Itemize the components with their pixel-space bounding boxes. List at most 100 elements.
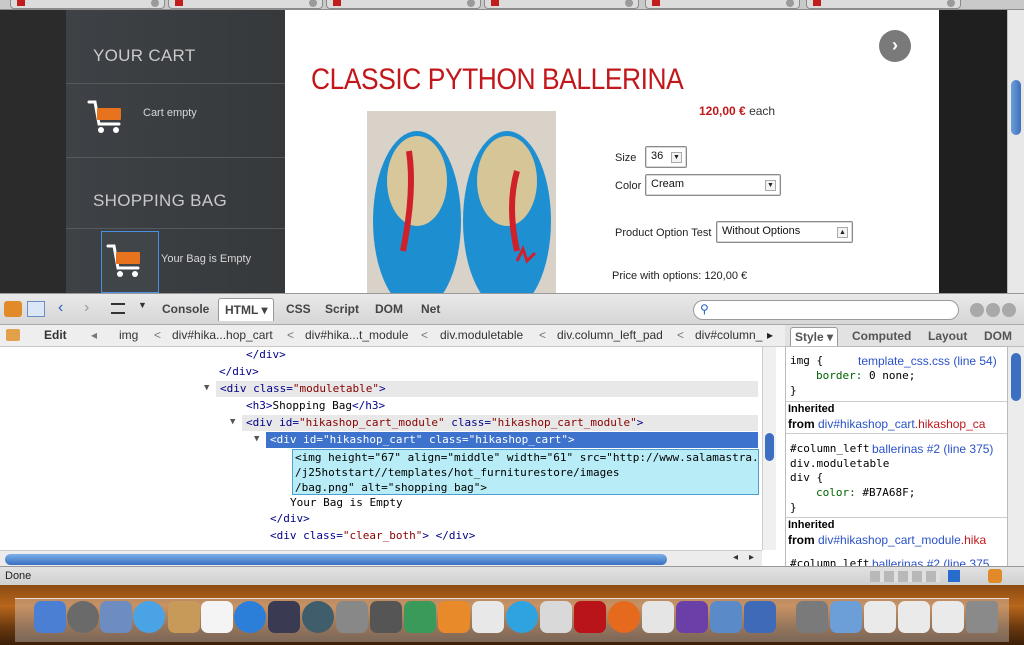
color-select[interactable]: Cream ▼ bbox=[645, 174, 781, 196]
minimize-icon[interactable] bbox=[970, 303, 984, 317]
browser-tab[interactable] bbox=[806, 0, 961, 9]
document-icon[interactable] bbox=[898, 601, 930, 633]
time-machine-icon[interactable] bbox=[302, 601, 334, 633]
style-scrollbar[interactable] bbox=[1007, 347, 1024, 568]
calendar-icon[interactable] bbox=[201, 601, 233, 633]
chevron-down-icon[interactable]: ▼ bbox=[138, 300, 147, 310]
textedit-icon[interactable] bbox=[642, 601, 674, 633]
finder-icon[interactable] bbox=[34, 601, 66, 633]
tree-toggle-icon[interactable]: ▼ bbox=[204, 383, 209, 393]
css-property[interactable]: color: #B7A68F; bbox=[816, 486, 915, 499]
browser-tab[interactable] bbox=[484, 0, 639, 9]
close-tab-icon[interactable] bbox=[947, 0, 955, 7]
html-horizontal-scrollbar[interactable]: ◂ ▸ bbox=[0, 550, 762, 566]
close-tab-icon[interactable] bbox=[151, 0, 159, 7]
app-icon[interactable] bbox=[676, 601, 708, 633]
code-line[interactable]: <div class="clear_both"> </div> bbox=[270, 529, 475, 542]
tab-net[interactable]: Net bbox=[421, 302, 440, 316]
breadcrumb-item[interactable]: div.column_left_pad bbox=[557, 328, 663, 342]
size-select[interactable]: 36 ▼ bbox=[645, 146, 687, 168]
code-line[interactable]: <div class="moduletable"> bbox=[216, 381, 758, 397]
img-node-box[interactable]: <img height="67" align="middle" width="6… bbox=[292, 449, 759, 495]
trash-icon[interactable] bbox=[966, 601, 998, 633]
option-select[interactable]: Without Options ▲ bbox=[716, 221, 853, 243]
breadcrumb-item[interactable]: div#hika...hop_cart bbox=[172, 328, 273, 342]
close-tab-icon[interactable] bbox=[467, 0, 475, 7]
tab-layout[interactable]: Layout bbox=[928, 329, 967, 343]
extension-icon[interactable] bbox=[948, 570, 960, 582]
flower-icon[interactable] bbox=[438, 601, 470, 633]
close-tab-icon[interactable] bbox=[786, 0, 794, 7]
code-line[interactable]: Your Bag is Empty bbox=[290, 496, 403, 509]
firefox-icon[interactable] bbox=[608, 601, 640, 633]
spaces-icon[interactable] bbox=[268, 601, 300, 633]
css-source-link[interactable]: ballerinas #2 (line 375) bbox=[872, 442, 993, 456]
mail-icon[interactable] bbox=[100, 601, 132, 633]
browser-tab[interactable] bbox=[168, 0, 323, 9]
code-line[interactable]: </div> bbox=[270, 512, 310, 525]
preview-icon[interactable] bbox=[540, 601, 572, 633]
system-preferences-icon[interactable] bbox=[336, 601, 368, 633]
tab-style[interactable]: Style ▾ bbox=[790, 327, 839, 346]
breadcrumb-item[interactable]: div.moduletable bbox=[440, 328, 523, 342]
scroll-thumb[interactable] bbox=[1011, 353, 1021, 401]
tab-computed[interactable]: Computed bbox=[852, 329, 911, 343]
css-property[interactable]: border: 0 none; bbox=[816, 369, 915, 382]
page-scrollbar[interactable] bbox=[1007, 10, 1024, 293]
acrobat-icon[interactable] bbox=[472, 601, 504, 633]
document-icon[interactable] bbox=[932, 601, 964, 633]
breadcrumb-item[interactable]: div#hika...t_module bbox=[305, 328, 408, 342]
dashboard-icon[interactable] bbox=[67, 601, 99, 633]
close-tab-icon[interactable] bbox=[309, 0, 317, 7]
next-product-button[interactable]: › bbox=[879, 30, 911, 62]
scroll-right-icon[interactable]: ▸ bbox=[749, 552, 754, 563]
scroll-thumb[interactable] bbox=[5, 554, 667, 565]
scroll-left-icon[interactable]: ◂ bbox=[733, 552, 738, 563]
tab-console[interactable]: Console bbox=[162, 302, 209, 316]
feather-icon[interactable] bbox=[404, 601, 436, 633]
firebug-icon[interactable] bbox=[4, 301, 22, 317]
code-line[interactable]: </div> bbox=[246, 347, 286, 363]
browser-tab[interactable] bbox=[10, 0, 165, 9]
scroll-left-icon[interactable]: ◂ bbox=[91, 328, 97, 342]
code-line[interactable]: <div id="hikashop_cart_module" class="hi… bbox=[242, 415, 758, 431]
code-line[interactable]: </div> bbox=[219, 364, 259, 380]
product-image[interactable] bbox=[367, 111, 556, 293]
scroll-thumb[interactable] bbox=[765, 433, 774, 461]
tab-script[interactable]: Script bbox=[325, 302, 359, 316]
tab-html[interactable]: HTML ▾ bbox=[218, 298, 275, 321]
tab-dom-side[interactable]: DOM bbox=[984, 329, 1012, 343]
html-scrollbar[interactable] bbox=[762, 347, 776, 550]
selected-code-line[interactable]: <div id="hikashop_cart" class="hikashop_… bbox=[266, 432, 758, 448]
photo-stack-icon[interactable] bbox=[796, 601, 828, 633]
close-tab-icon[interactable] bbox=[625, 0, 633, 7]
filezilla-icon[interactable] bbox=[574, 601, 606, 633]
cart-icon[interactable] bbox=[86, 96, 126, 136]
tree-toggle-icon[interactable]: ▼ bbox=[254, 434, 259, 444]
browser-tab[interactable] bbox=[326, 0, 481, 9]
detach-icon[interactable] bbox=[986, 303, 1000, 317]
back-icon[interactable]: ‹ bbox=[58, 299, 63, 317]
itunes-icon[interactable] bbox=[234, 601, 266, 633]
scroll-thumb[interactable] bbox=[1011, 80, 1021, 135]
firebug-search-input[interactable]: ⚲ bbox=[693, 300, 959, 320]
camera-icon[interactable] bbox=[370, 601, 402, 633]
edit-button[interactable]: Edit bbox=[44, 328, 67, 342]
css-source-link[interactable]: template_css.css (line 54) bbox=[858, 354, 997, 368]
menu-icon[interactable] bbox=[111, 303, 125, 314]
scroll-right-icon[interactable]: ▸ bbox=[767, 328, 773, 342]
close-icon[interactable] bbox=[1002, 303, 1016, 317]
forward-icon[interactable]: › bbox=[84, 299, 89, 317]
app-icon[interactable] bbox=[710, 601, 742, 633]
tab-dom[interactable]: DOM bbox=[375, 302, 403, 316]
document-icon[interactable] bbox=[864, 601, 896, 633]
tree-toggle-icon[interactable]: ▼ bbox=[230, 417, 235, 427]
tab-css[interactable]: CSS bbox=[286, 302, 311, 316]
browser-tab[interactable] bbox=[645, 0, 800, 9]
code-line[interactable]: <h3>Shopping Bag</h3> bbox=[246, 398, 385, 414]
app-icon[interactable] bbox=[744, 601, 776, 633]
inspect-icon[interactable] bbox=[27, 301, 45, 317]
address-book-icon[interactable] bbox=[168, 601, 200, 633]
breadcrumb-item[interactable]: img bbox=[119, 328, 138, 342]
breadcrumb-item[interactable]: div#column_l bbox=[695, 328, 763, 342]
